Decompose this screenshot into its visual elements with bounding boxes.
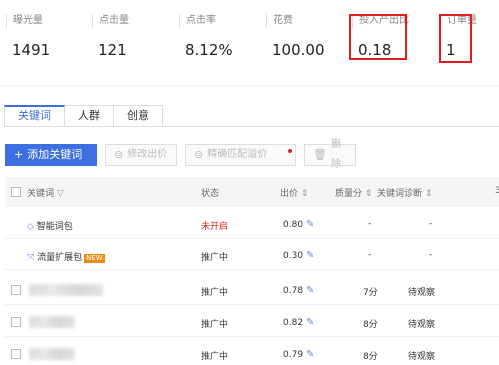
table-row: 推广中 0.82 ✎ 8分 待观察 <box>5 307 499 337</box>
blurred-keyword <box>29 316 75 328</box>
highlight-box-orders <box>439 14 472 63</box>
cloud-icon: ◇ <box>27 222 34 232</box>
table-header: 关键词 ▽ 状态 出价 ⇕ 质量分 ⇕ 关键词诊断 ⇕ 3 <box>5 177 499 207</box>
tab-divider <box>4 126 499 127</box>
edit-icon[interactable]: ✎ <box>306 285 314 296</box>
filter-icon[interactable]: ▽ <box>57 189 64 199</box>
table-row: ◇ 智能词包 未开启 0.80 ✎ - - <box>5 209 499 239</box>
stat-ctr: 点击率 8.12% <box>179 14 233 60</box>
status-cell: 推广中 <box>201 288 229 298</box>
quality-cell: - <box>368 219 372 229</box>
bid-cell: 0.30 ✎ <box>283 250 315 261</box>
row-checkbox[interactable] <box>11 317 21 327</box>
precise-bid-label: 精确匹配溢价 <box>207 149 268 160</box>
bid-cell: 0.82 ✎ <box>283 317 315 328</box>
edit-icon[interactable]: ✎ <box>306 349 314 360</box>
toolbar: + 添加关键词 ⊜ 修改出价 ⊜ 精确匹配溢价 🗑 删除 <box>5 139 356 170</box>
plus-icon: + <box>14 148 24 161</box>
stat-label: 花费 <box>266 14 325 28</box>
header-bid: 出价 ⇕ <box>280 189 309 199</box>
tab-bar: 关键词 人群 创意 <box>4 105 163 127</box>
diagnosis-cell: - <box>429 250 433 260</box>
sort-icon[interactable]: ⇕ <box>301 189 309 199</box>
stats-bar: 曝光量 1491 点击量 121 点击率 8.12% 花费 100.00 投入产… <box>0 0 499 86</box>
quality-cell: 8分 <box>363 352 378 362</box>
header-diagnosis: 关键词诊断 ⇕ <box>377 189 433 199</box>
yen-circle-icon: ⊜ <box>194 148 204 161</box>
add-keyword-button[interactable]: + 添加关键词 <box>5 144 97 166</box>
edit-icon[interactable]: ✎ <box>306 219 314 230</box>
stat-label: 曝光量 <box>6 14 50 28</box>
header-quality: 质量分 ⇕ <box>335 189 373 199</box>
bid-cell: 0.79 ✎ <box>283 349 315 360</box>
trash-icon: 🗑 <box>313 148 327 161</box>
status-cell: 推广中 <box>201 253 229 263</box>
edit-icon[interactable]: ✎ <box>306 317 314 328</box>
quality-cell: - <box>368 250 372 260</box>
bid-cell: 0.78 ✎ <box>283 285 315 296</box>
row-checkbox[interactable] <box>11 349 21 359</box>
stat-value: 8.12% <box>185 41 233 59</box>
tab-keywords[interactable]: 关键词 <box>4 105 65 127</box>
keyword-cell[interactable]: ◇ 智能词包 <box>27 219 73 232</box>
stat-value: 121 <box>98 41 127 59</box>
precise-bid-button[interactable]: ⊜ 精确匹配溢价 <box>185 144 296 166</box>
notification-dot <box>288 149 292 153</box>
edit-bid-button[interactable]: ⊜ 修改出价 <box>105 144 177 166</box>
diagnosis-cell: - <box>429 219 433 229</box>
status-cell: 推广中 <box>201 320 229 330</box>
quality-cell: 8分 <box>363 320 378 330</box>
table-row: 推广中 0.79 ✎ 8分 待观察 <box>5 339 499 365</box>
delete-button[interactable]: 🗑 删除 <box>304 139 356 170</box>
new-badge: NEW <box>84 254 105 263</box>
highlight-box-roi <box>349 14 407 60</box>
sort-icon[interactable]: ⇕ <box>365 189 373 199</box>
stat-cost: 花费 100.00 <box>266 14 325 60</box>
sort-icon[interactable]: ⇕ <box>425 189 433 199</box>
keyword-cell[interactable]: ⤧ 流量扩展包 NEW <box>27 250 105 263</box>
select-all-checkbox[interactable] <box>11 187 21 197</box>
tab-creative[interactable]: 创意 <box>114 105 163 127</box>
table-row: ⤧ 流量扩展包 NEW 推广中 0.30 ✎ - - <box>5 240 499 270</box>
tab-audience[interactable]: 人群 <box>65 105 114 127</box>
stat-label: 点击率 <box>179 14 233 28</box>
header-more: 3 <box>495 186 499 196</box>
edit-bid-label: 修改出价 <box>127 149 168 160</box>
stat-clicks: 点击量 121 <box>92 14 129 60</box>
yen-circle-icon: ⊜ <box>114 148 124 161</box>
table-row: 推广中 0.78 ✎ 7分 待观察 <box>5 275 499 305</box>
row-checkbox[interactable] <box>11 285 21 295</box>
status-cell: 未开启 <box>201 222 229 232</box>
expand-icon: ⤧ <box>27 253 35 263</box>
bid-cell: 0.80 ✎ <box>283 219 315 230</box>
diagnosis-cell: 待观察 <box>408 288 436 298</box>
delete-label: 删除 <box>330 139 341 170</box>
status-cell: 推广中 <box>201 352 229 362</box>
edit-icon[interactable]: ✎ <box>306 250 314 261</box>
quality-cell: 7分 <box>363 288 378 298</box>
add-keyword-label: 添加关键词 <box>27 148 83 161</box>
header-status: 状态 <box>201 189 220 199</box>
header-keyword: 关键词 ▽ <box>27 189 64 199</box>
stat-value: 1491 <box>12 41 51 59</box>
diagnosis-cell: 待观察 <box>408 352 436 362</box>
blurred-keyword <box>29 348 75 360</box>
stat-value: 100.00 <box>272 41 325 59</box>
stat-label: 点击量 <box>92 14 129 28</box>
stat-impressions: 曝光量 1491 <box>6 14 50 60</box>
blurred-keyword <box>29 284 103 296</box>
diagnosis-cell: 待观察 <box>408 320 436 330</box>
